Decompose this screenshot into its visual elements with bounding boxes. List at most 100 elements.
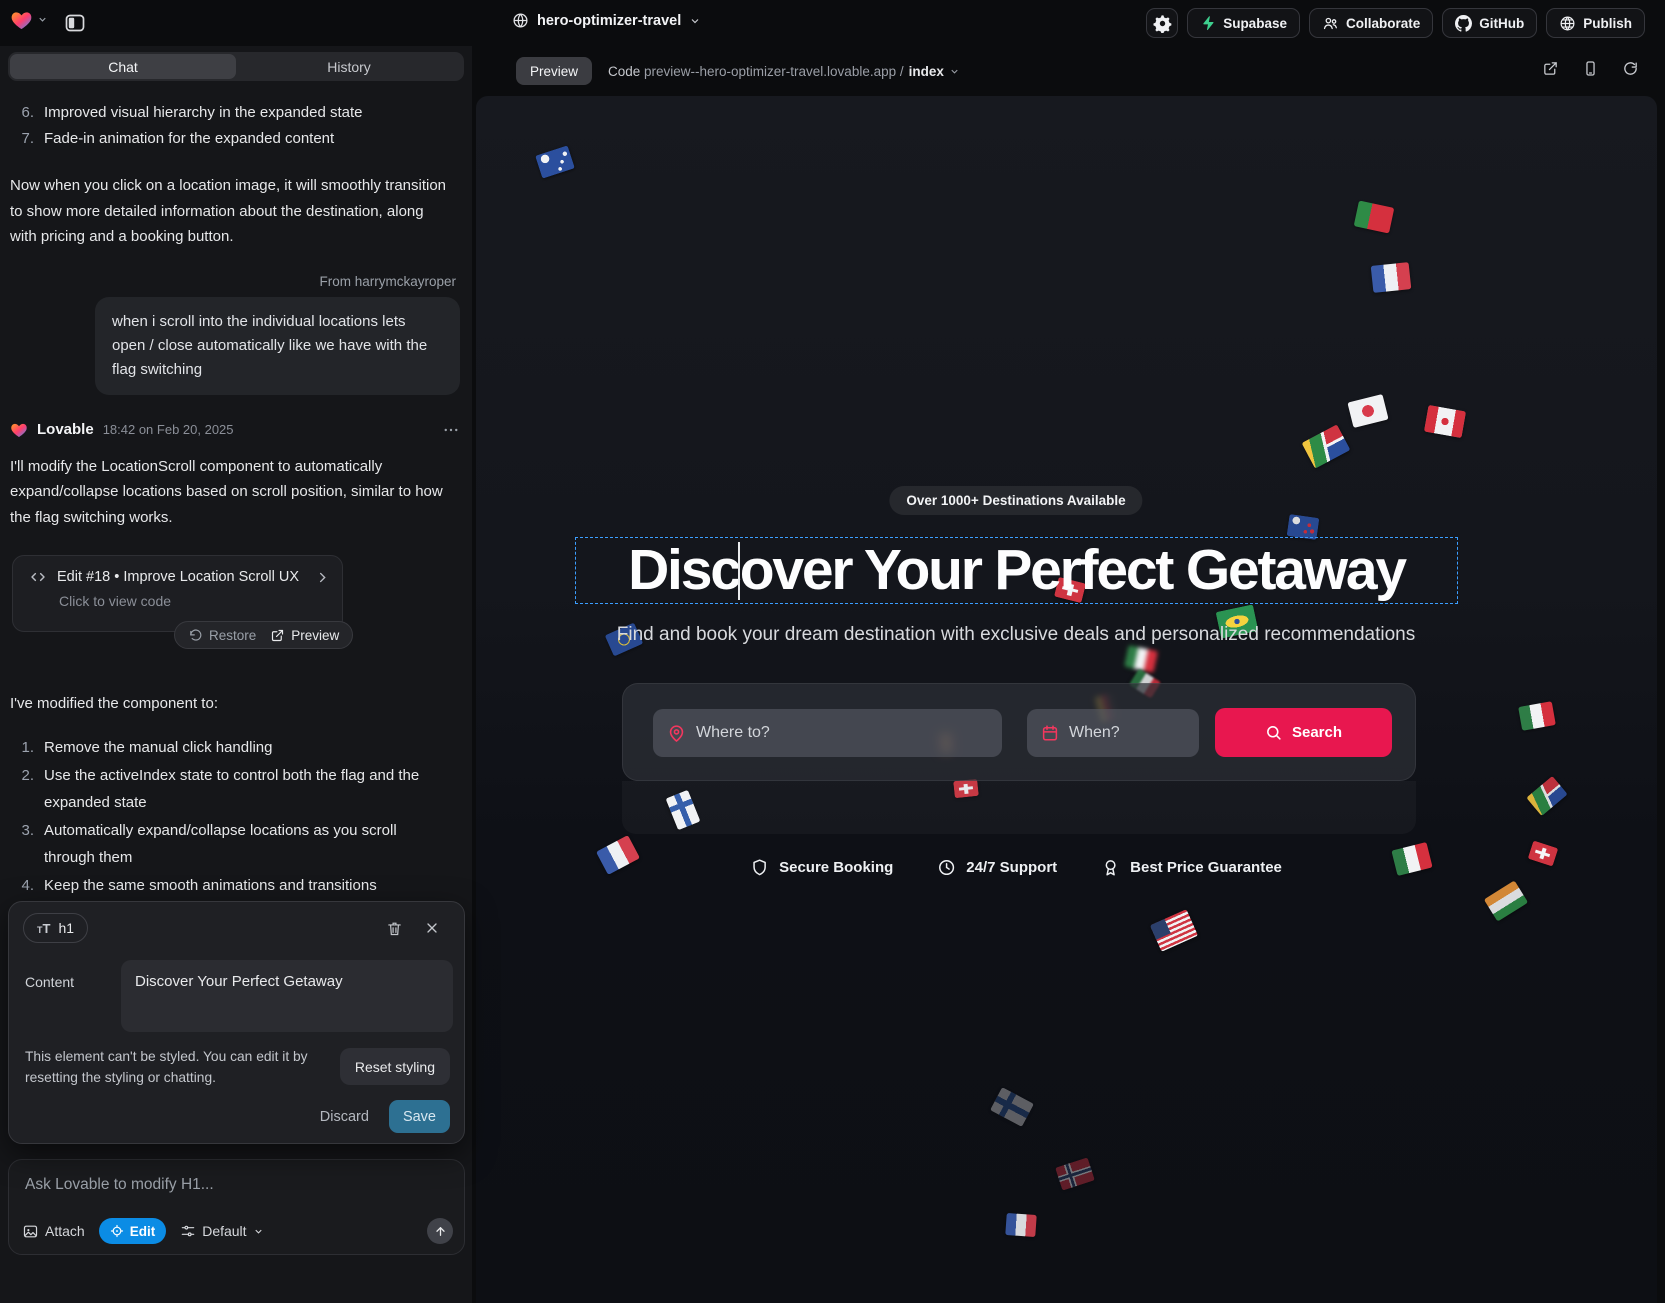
flag-usa-icon [1150,909,1198,952]
more-options-icon [442,421,460,439]
flag-south-africa-icon [1526,776,1567,816]
chat-composer: Attach Edit Default [8,1159,465,1255]
preview-toolbar: Preview Code preview--hero-optimizer-tra… [472,46,1665,96]
flag-india-icon [1484,880,1528,921]
agent-paragraph: I've modified the component to: [10,691,460,717]
flag-finland-icon [990,1087,1034,1127]
when-input[interactable] [1069,724,1185,742]
collaborate-label: Collaborate [1346,16,1420,31]
chat-message-list[interactable]: 6.Improved visual hierarchy in the expan… [0,86,472,947]
mobile-icon [1582,60,1599,77]
tab-chat[interactable]: Chat [10,54,236,79]
tab-code[interactable]: Code [608,64,640,79]
sidebar-toggle-button[interactable] [60,8,90,38]
edit-mode-button[interactable]: Edit [99,1218,167,1244]
feature-best-price: Best Price Guarantee [1101,858,1282,877]
app-preview: Over 1000+ Destinations Available Discov… [476,96,1657,1303]
external-link-icon [1542,60,1559,77]
open-in-new-tab-button[interactable] [1542,60,1559,77]
list-item: 7.Fade-in animation for the expanded con… [10,126,460,152]
date-field[interactable] [1027,709,1199,757]
element-tag-chip[interactable]: TT h1 [23,913,88,943]
collaborate-people-icon [1322,15,1339,32]
inspector-actions: Discard Save [320,1100,450,1133]
heart-logo-icon [10,421,28,438]
award-icon [1101,858,1120,877]
publish-label: Publish [1583,16,1632,31]
list-item: 2.Use the activeIndex state to control b… [10,762,460,816]
flag-south-africa-icon [1302,424,1351,468]
chevron-down-icon [949,66,960,77]
hero-subtitle: Find and book your dream destination wit… [566,624,1466,646]
feature-support: 24/7 Support [937,858,1057,877]
hero-heading[interactable]: Discover Your Perfect Getaway [628,542,1405,599]
map-pin-icon [667,724,686,743]
h1-selection-outline[interactable]: Discover Your Perfect Getaway [575,537,1458,604]
user-message-bubble: when i scroll into the individual locati… [95,297,460,395]
send-button[interactable] [427,1218,453,1244]
supabase-icon [1200,15,1216,31]
message-timestamp: 18:42 on Feb 20, 2025 [103,422,234,437]
edit-card-subtitle: Click to view code [59,593,330,609]
project-switcher[interactable]: hero-optimizer-travel [512,12,701,29]
collaborate-button[interactable]: Collaborate [1309,8,1433,38]
flag-norway-icon [1055,1157,1095,1190]
flag-canada-icon [1424,405,1466,438]
search-card-reflection [622,781,1416,834]
where-input[interactable] [696,724,988,742]
calendar-icon [1041,724,1059,742]
content-input[interactable]: Discover Your Perfect Getaway [121,960,453,1032]
flag-mexico-icon [1124,645,1158,673]
delete-element-button[interactable] [382,916,406,940]
publish-globe-icon [1559,15,1576,32]
destination-field[interactable] [653,709,1002,757]
flag-switzerland-icon [1528,840,1559,866]
supabase-button[interactable]: Supabase [1187,8,1300,38]
github-button[interactable]: GitHub [1442,8,1537,38]
edit-target-icon [110,1224,124,1238]
settings-button[interactable] [1146,8,1178,38]
close-inspector-button[interactable] [420,916,444,940]
chevron-down-icon [689,15,701,27]
restore-icon [188,628,203,643]
list-item: 6.Improved visual hierarchy in the expan… [10,100,460,126]
reset-styling-button[interactable]: Reset styling [340,1048,450,1085]
publish-button[interactable]: Publish [1546,8,1645,38]
flag-mexico-icon [1391,842,1432,876]
search-button[interactable]: Search [1215,708,1392,757]
model-default-button[interactable]: Default [180,1223,263,1239]
refresh-icon [1622,60,1639,77]
composer-toolbar: Attach Edit Default [22,1218,453,1244]
preview-url[interactable]: preview--hero-optimizer-travel.lovable.a… [644,57,960,85]
flag-france-icon [1371,262,1412,293]
external-link-icon [270,628,285,643]
attach-button[interactable]: Attach [22,1223,85,1240]
preview-edit-button[interactable]: Preview [270,628,339,643]
search-icon [1265,724,1282,741]
chat-panel: Chat History 6.Improved visual hierarchy… [0,46,472,1303]
close-icon [424,920,440,936]
heart-logo-icon [10,9,33,30]
list-item: 4.Keep the same smooth animations and tr… [10,872,460,899]
tab-preview[interactable]: Preview [516,57,592,85]
lovable-logo[interactable] [10,9,48,30]
flag-portugal-icon [1354,201,1395,234]
globe-icon [512,12,529,29]
discard-button[interactable]: Discard [320,1109,369,1125]
restore-button[interactable]: Restore [188,628,256,643]
composer-input[interactable] [25,1172,448,1198]
refresh-button[interactable] [1622,60,1639,77]
edit-card-title: Edit #18 • Improve Location Scroll UX [57,569,305,585]
agent-paragraph: I'll modify the LocationScroll component… [10,454,460,531]
agent-name: Lovable [37,421,94,438]
content-label: Content [25,974,74,990]
mobile-view-button[interactable] [1582,60,1599,77]
message-options-button[interactable] [442,421,460,439]
tab-history[interactable]: History [236,54,462,79]
save-button[interactable]: Save [389,1100,450,1133]
github-icon [1455,15,1472,32]
sidebar-toggle-icon [63,11,87,35]
flag-mexico-icon [1518,701,1556,731]
agent-message-header: Lovable 18:42 on Feb 20, 2025 [10,421,460,439]
text-cursor [738,542,740,600]
